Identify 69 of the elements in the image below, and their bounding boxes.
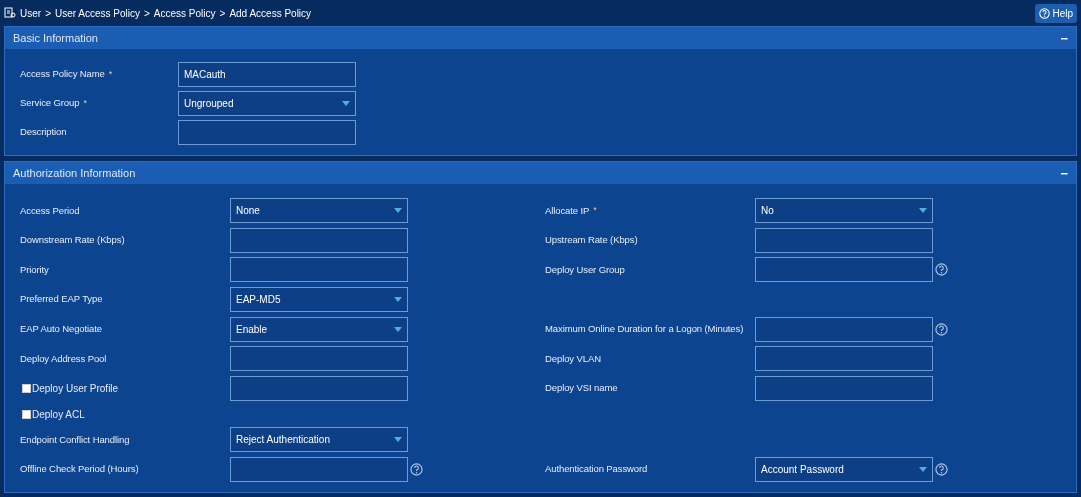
breadcrumb-separator: > xyxy=(219,6,226,21)
collapse-button[interactable]: − xyxy=(1060,166,1068,180)
dropdown[interactable]: No xyxy=(755,198,933,224)
dropdown[interactable]: Enable xyxy=(230,316,408,342)
input-field[interactable] xyxy=(755,227,933,253)
help-icon[interactable] xyxy=(935,263,948,277)
field-label: Description xyxy=(20,125,67,140)
checkbox[interactable] xyxy=(22,409,31,419)
field-label: Deploy VLAN xyxy=(545,351,601,366)
input-field[interactable] xyxy=(230,457,408,483)
field-label: Allocate IP xyxy=(545,203,590,218)
required-mark: * xyxy=(83,96,87,110)
help-button[interactable]: Help xyxy=(1035,3,1077,23)
field-label: Service Group xyxy=(20,96,80,111)
collapse-button[interactable]: − xyxy=(1060,31,1068,45)
section-title: Authorization Information xyxy=(13,165,136,181)
checkbox-label: Deploy ACL xyxy=(32,407,85,422)
field-label: Deploy Address Pool xyxy=(20,351,107,366)
caret-icon xyxy=(394,297,402,303)
field-label: Offline Check Period (Hours) xyxy=(20,462,139,477)
input-field[interactable] xyxy=(755,316,933,342)
dropdown[interactable]: Reject Authentication xyxy=(230,427,408,453)
field-label: Preferred EAP Type xyxy=(20,292,103,307)
field-label: Authentication Password xyxy=(545,462,648,477)
input-field[interactable]: MACauth xyxy=(178,62,356,87)
checkbox[interactable] xyxy=(22,383,31,393)
dropdown[interactable]: Ungrouped xyxy=(178,91,356,116)
input-field[interactable] xyxy=(178,120,356,145)
user-document-icon xyxy=(4,7,16,19)
required-mark: * xyxy=(593,204,597,218)
breadcrumb-item[interactable]: Access Policy xyxy=(153,5,216,21)
dropdown[interactable]: EAP-MD5 xyxy=(230,287,408,313)
input-field[interactable] xyxy=(230,375,408,401)
help-icon[interactable] xyxy=(935,463,948,477)
field-label: Maximum Online Duration for a Logon (Minutes) xyxy=(545,322,744,337)
field-label: Access Period xyxy=(20,203,80,218)
field-label: Deploy User Group xyxy=(545,262,625,277)
breadcrumb-item[interactable]: User xyxy=(20,5,42,21)
field-label: EAP Auto Negotiate xyxy=(20,322,102,337)
caret-icon xyxy=(919,208,927,214)
dropdown[interactable]: None xyxy=(230,198,408,224)
caret-icon xyxy=(919,467,927,473)
required-mark: * xyxy=(108,67,113,81)
caret-icon xyxy=(394,437,402,443)
caret-icon xyxy=(342,101,350,106)
input-field[interactable] xyxy=(755,346,933,372)
field-label: Deploy VSI name xyxy=(545,381,618,396)
help-icon xyxy=(1039,7,1051,19)
breadcrumb-separator: > xyxy=(45,6,51,21)
checkbox-label: Deploy User Profile xyxy=(32,381,119,396)
help-icon[interactable] xyxy=(935,322,948,336)
dropdown[interactable]: Account Password xyxy=(755,457,933,483)
field-label: Priority xyxy=(20,262,49,277)
input-field[interactable] xyxy=(230,257,408,283)
input-field[interactable] xyxy=(755,375,933,401)
field-label: Access Policy Name xyxy=(20,67,105,82)
breadcrumb-item: Add Access Policy xyxy=(229,6,312,21)
breadcrumb-item[interactable]: User Access Policy xyxy=(54,5,140,21)
caret-icon xyxy=(394,208,402,214)
field-label: Endpoint Conflict Handling xyxy=(20,432,130,447)
input-field[interactable] xyxy=(230,227,408,253)
input-field[interactable] xyxy=(755,257,933,283)
field-label: Upstream Rate (Kbps) xyxy=(545,233,638,248)
input-field[interactable] xyxy=(230,346,408,372)
breadcrumb-separator: > xyxy=(144,6,150,21)
caret-icon xyxy=(394,326,402,332)
section-title: Basic Information xyxy=(13,30,98,46)
field-label: Downstream Rate (Kbps) xyxy=(20,233,125,248)
help-icon[interactable] xyxy=(410,463,423,477)
